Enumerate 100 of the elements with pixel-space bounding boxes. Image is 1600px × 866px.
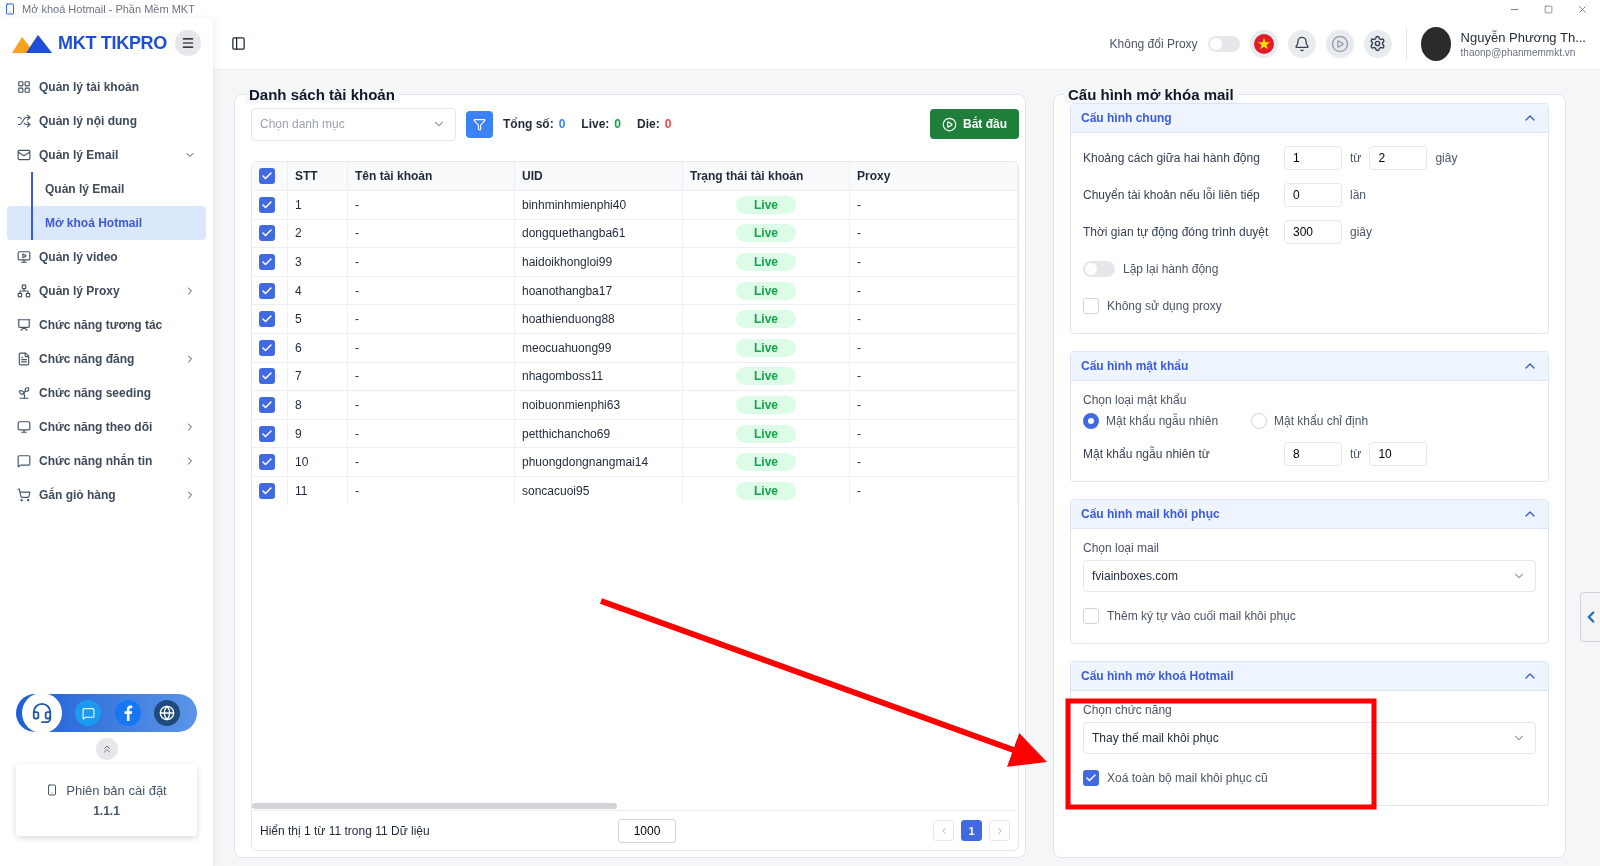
sidebar-item[interactable]: Chức năng theo dõi [7,410,206,444]
row-checkbox[interactable] [259,311,275,328]
sidebar-item[interactable]: Quản lý Email [7,138,206,172]
logo-icon [12,33,52,53]
table-cell: - [850,390,1018,419]
table-cell: - [850,275,1018,305]
notification-button[interactable] [1287,29,1316,58]
sidebar-subitem[interactable]: Mở khoá Hotmail [7,206,206,240]
scrollbar-thumb[interactable] [252,803,617,809]
table-summary: Hiển thị 1 từ 11 trong 11 Dữ liệu [260,823,431,838]
table-cell: - [850,361,1018,391]
menu-item-icon [17,148,31,162]
checkbox[interactable] [1083,608,1099,624]
section-header[interactable]: Cấu hình mật khẩu [1071,352,1548,381]
menu-button[interactable] [175,30,201,56]
panel-toggle-icon[interactable] [231,36,246,51]
select-all-checkbox[interactable] [259,168,275,184]
sidebar-item[interactable]: Chức năng tương tác [7,308,206,342]
table-cell: 1 [288,190,348,219]
table-cell: - [348,390,515,419]
table-cell: - [348,247,515,276]
sidebar-item[interactable]: Quản lý video [7,240,206,274]
filter-icon [473,117,486,131]
side-panel-tab[interactable] [1580,592,1600,642]
table-cell: - [850,190,1018,219]
table-cell: 2 [288,218,348,248]
row-checkbox[interactable] [259,225,275,242]
table-cell: dongquethangba61 [515,218,683,248]
flag-button[interactable] [1249,29,1278,58]
radio-button[interactable] [1083,413,1099,429]
row-checkbox[interactable] [259,282,275,299]
checkmark-icon [261,484,273,497]
row-checkbox[interactable] [259,368,275,385]
section-header[interactable]: Cấu hình mail khôi phục [1071,500,1548,529]
input-field[interactable]: 0 [1284,183,1342,207]
play-button[interactable] [1325,29,1354,58]
table-cell: 6 [288,332,348,362]
settings-button[interactable] [1363,29,1392,58]
table-cell: hoathienduong88 [515,304,683,333]
chat-bubble-icon[interactable] [75,700,102,726]
input-field[interactable]: 1 [1284,146,1342,170]
menu-item-icon [17,386,31,400]
row-checkbox[interactable] [259,425,275,442]
table-cell: 5 [288,304,348,333]
facebook-icon[interactable] [114,700,141,726]
input-field[interactable]: 8 [1284,442,1342,466]
toggle-switch[interactable] [1207,35,1240,52]
page-size-field[interactable]: 1000 [618,818,676,843]
unit-label: lần [1350,188,1366,202]
brand-name: MKT TIKPRO [58,32,168,54]
table-cell: hoanothangba17 [515,275,683,305]
user-name: Nguyễn Phương Th... [1460,29,1586,45]
row-checkbox[interactable] [259,482,275,499]
checkbox[interactable] [1083,298,1099,314]
sidebar-item[interactable]: Quản lý tài khoản [7,70,206,104]
checkbox-label: Xoá toàn bộ mail khôi phục cũ [1107,771,1268,785]
status-badge: Live [736,424,796,443]
table-cell: - [850,447,1018,476]
table-cell: - [348,275,515,305]
start-button[interactable]: Bắt đầu [930,109,1019,139]
input-field[interactable]: 300 [1284,220,1342,244]
category-select[interactable]: Chọn danh mục [251,107,456,141]
row-checkbox[interactable] [259,254,275,270]
column-header: Trạng thái tài khoản [683,162,850,190]
row-checkbox[interactable] [259,454,275,471]
table-cell: nhagomboss11 [515,361,683,391]
input-field[interactable]: 2 [1369,146,1428,170]
section-header[interactable]: Cấu hình chung [1071,104,1548,133]
support-headset-icon[interactable] [21,693,62,733]
sidebar-item[interactable]: Quản lý Proxy [7,274,206,308]
status-badge: Live [736,281,796,300]
menu-item-icon [17,318,31,332]
field-label: Chọn loại mật khẩu [1083,393,1188,407]
field-label: Khoảng cách giữa hai hành động [1083,151,1261,165]
menu-item-icon [17,488,31,502]
row-checkbox[interactable] [259,196,275,213]
sidebar-item[interactable]: Gắn giỏ hàng [7,478,206,512]
filter-button[interactable] [466,110,493,138]
section-header[interactable]: Cấu hình mở khoá Hotmail [1071,662,1548,691]
globe-icon[interactable] [154,700,181,726]
row-checkbox[interactable] [259,396,275,413]
sidebar-item[interactable]: Quản lý nội dung [7,104,206,138]
table-cell: phuongdongnangmai14 [515,447,683,476]
menu-item-icon [17,80,31,94]
page-button[interactable]: 1 [961,820,982,841]
unit-label: giây [1435,151,1458,165]
app-icon [4,3,16,15]
table-cell: soncacuoi95 [515,475,683,505]
checkbox[interactable] [1083,770,1099,786]
column-header: Tên tài khoản [348,162,515,190]
select-field[interactable]: Thay thế mail khôi phục [1083,722,1536,754]
sidebar-item[interactable]: Chức năng nhắn tin [7,444,206,478]
toggle-switch[interactable] [1083,261,1115,277]
table-cell: - [348,418,515,448]
radio-label: Mật khẩu chỉ định [1274,414,1369,428]
sidebar-item[interactable]: Chức năng seeding [7,376,206,410]
select-field[interactable]: fviainboxes.com [1083,560,1536,592]
row-checkbox[interactable] [259,339,275,356]
input-field[interactable]: 10 [1369,442,1428,466]
sidebar-item[interactable]: Chức năng đăng [7,342,206,376]
